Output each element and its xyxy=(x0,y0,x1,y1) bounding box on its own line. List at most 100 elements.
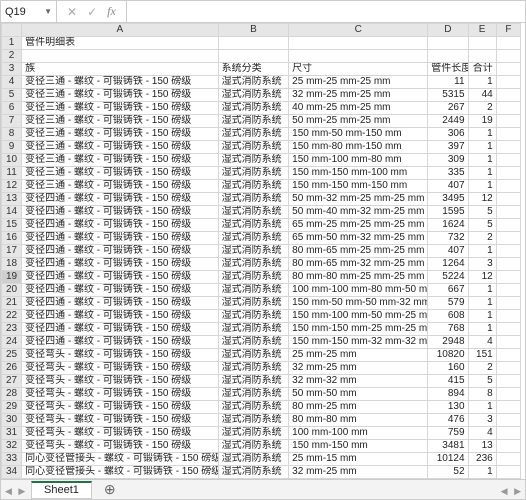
cell[interactable]: 变径三通 - 螺纹 - 可锻铸铁 - 150 磅级 xyxy=(22,141,219,154)
cell[interactable]: 407 xyxy=(428,245,468,258)
cell[interactable]: 1 xyxy=(468,167,496,180)
cell[interactable]: 65 mm-50 mm-32 mm-25 mm xyxy=(289,232,428,245)
cell[interactable]: 湿式消防系统 xyxy=(218,336,289,349)
row-header[interactable]: 1 xyxy=(2,37,22,50)
cell[interactable]: 湿式消防系统 xyxy=(218,375,289,388)
cell[interactable]: 变径四通 - 螺纹 - 可锻铸铁 - 150 磅级 xyxy=(22,310,219,323)
tab-nav-arrows[interactable]: ◀ ▶ xyxy=(5,486,27,497)
cell[interactable]: 19 xyxy=(468,115,496,128)
row-header[interactable]: 7 xyxy=(2,115,22,128)
cell[interactable]: 80 mm-80 mm xyxy=(289,414,428,427)
cell[interactable]: 湿式消防系统 xyxy=(218,284,289,297)
cell[interactable]: 湿式消防系统 xyxy=(218,310,289,323)
cell[interactable]: 12 xyxy=(468,193,496,206)
row-header[interactable]: 30 xyxy=(2,414,22,427)
cell[interactable]: 5315 xyxy=(428,89,468,102)
cell[interactable]: 267 xyxy=(428,102,468,115)
cell[interactable]: 变径弯头 - 螺纹 - 可锻铸铁 - 150 磅级 xyxy=(22,401,219,414)
sheet-tab[interactable]: Sheet1 xyxy=(31,481,92,499)
cell[interactable]: 50 mm-32 mm-25 mm-25 mm xyxy=(289,193,428,206)
cell[interactable]: 2449 xyxy=(428,115,468,128)
row-header[interactable]: 25 xyxy=(2,349,22,362)
cell[interactable]: 1 xyxy=(468,128,496,141)
row-header[interactable]: 16 xyxy=(2,232,22,245)
row-header[interactable]: 18 xyxy=(2,258,22,271)
cell[interactable]: 1 xyxy=(468,154,496,167)
cell[interactable]: 1 xyxy=(468,284,496,297)
cell[interactable]: 变径四通 - 螺纹 - 可锻铸铁 - 150 磅级 xyxy=(22,219,219,232)
cell[interactable]: 150 mm-150 mm-150 mm xyxy=(289,180,428,193)
cell[interactable]: 变径三通 - 螺纹 - 可锻铸铁 - 150 磅级 xyxy=(22,154,219,167)
fx-icon[interactable]: fx xyxy=(107,4,116,19)
spreadsheet-grid[interactable]: ABCDEF 1管件明细表23族系统分类尺寸管件长度合计4变径三通 - 螺纹 -… xyxy=(1,23,525,481)
cell[interactable]: 11 xyxy=(428,76,468,89)
cell[interactable]: 397 xyxy=(428,141,468,154)
cell[interactable]: 65 mm-25 mm-25 mm-25 mm xyxy=(289,219,428,232)
cell[interactable]: 1624 xyxy=(428,219,468,232)
row-header[interactable]: 23 xyxy=(2,323,22,336)
cell[interactable]: 335 xyxy=(428,167,468,180)
cell[interactable]: 湿式消防系统 xyxy=(218,271,289,284)
cell[interactable]: 变径四通 - 螺纹 - 可锻铸铁 - 150 磅级 xyxy=(22,193,219,206)
cell[interactable]: 湿式消防系统 xyxy=(218,232,289,245)
row-header[interactable]: 8 xyxy=(2,128,22,141)
cell[interactable]: 32 mm-25 mm xyxy=(289,362,428,375)
cell[interactable]: 同心变径管接头 - 螺纹 - 可锻铸铁 - 150 磅级 xyxy=(22,453,219,466)
cell[interactable]: 667 xyxy=(428,284,468,297)
cell[interactable]: 32 mm-32 mm xyxy=(289,375,428,388)
cell[interactable]: 579 xyxy=(428,297,468,310)
cell[interactable]: 1 xyxy=(468,76,496,89)
cell[interactable]: 3 xyxy=(468,414,496,427)
cell[interactable]: 52 xyxy=(428,466,468,479)
cell[interactable]: 变径三通 - 螺纹 - 可锻铸铁 - 150 磅级 xyxy=(22,76,219,89)
cell[interactable]: 236 xyxy=(468,453,496,466)
cell[interactable]: 5224 xyxy=(428,271,468,284)
cell[interactable]: 5 xyxy=(468,206,496,219)
cell[interactable]: 10820 xyxy=(428,349,468,362)
row-header[interactable]: 32 xyxy=(2,440,22,453)
row-header[interactable]: 26 xyxy=(2,362,22,375)
cell[interactable]: 湿式消防系统 xyxy=(218,128,289,141)
cell[interactable]: 13 xyxy=(468,440,496,453)
cell[interactable]: 150 mm-150 mm-100 mm xyxy=(289,167,428,180)
col-header-E[interactable]: E xyxy=(468,24,496,37)
cell[interactable]: 2 xyxy=(468,362,496,375)
cell[interactable]: 150 mm-150 mm-32 mm-32 mm xyxy=(289,336,428,349)
cell[interactable]: 变径弯头 - 螺纹 - 可锻铸铁 - 150 磅级 xyxy=(22,388,219,401)
cell[interactable]: 160 xyxy=(428,362,468,375)
cell[interactable]: 4 xyxy=(468,427,496,440)
cell[interactable]: 415 xyxy=(428,375,468,388)
cell[interactable]: 变径四通 - 螺纹 - 可锻铸铁 - 150 磅级 xyxy=(22,232,219,245)
hdr[interactable]: 合计 xyxy=(468,63,496,76)
row-header[interactable]: 13 xyxy=(2,193,22,206)
cell[interactable]: 25 mm-25 mm xyxy=(289,349,428,362)
cell[interactable]: 变径四通 - 螺纹 - 可锻铸铁 - 150 磅级 xyxy=(22,245,219,258)
cell[interactable]: 100 mm-100 mm-80 mm-50 mm xyxy=(289,284,428,297)
cell[interactable]: 150 mm-100 mm-50 mm-25 mm xyxy=(289,310,428,323)
cell[interactable]: 1 xyxy=(468,401,496,414)
cell[interactable]: 8 xyxy=(468,388,496,401)
cell[interactable]: 608 xyxy=(428,310,468,323)
cell[interactable]: 变径四通 - 螺纹 - 可锻铸铁 - 150 磅级 xyxy=(22,323,219,336)
cell[interactable]: 变径四通 - 螺纹 - 可锻铸铁 - 150 磅级 xyxy=(22,284,219,297)
cell[interactable]: 151 xyxy=(468,349,496,362)
cell[interactable]: 变径弯头 - 螺纹 - 可锻铸铁 - 150 磅级 xyxy=(22,375,219,388)
tab-scroll-right[interactable]: ◀ ▶ xyxy=(501,486,523,497)
cell[interactable]: 湿式消防系统 xyxy=(218,297,289,310)
add-sheet-button[interactable]: ⊕ xyxy=(98,481,122,498)
cell[interactable]: 变径弯头 - 螺纹 - 可锻铸铁 - 150 磅级 xyxy=(22,427,219,440)
cell[interactable]: 732 xyxy=(428,232,468,245)
cell[interactable]: 25 mm-15 mm xyxy=(289,453,428,466)
cell[interactable]: 湿式消防系统 xyxy=(218,362,289,375)
cell[interactable]: 湿式消防系统 xyxy=(218,349,289,362)
cell[interactable]: 1 xyxy=(468,180,496,193)
cell[interactable]: 306 xyxy=(428,128,468,141)
cell[interactable]: 12 xyxy=(468,271,496,284)
cell[interactable]: 1 xyxy=(468,245,496,258)
cell[interactable]: 变径三通 - 螺纹 - 可锻铸铁 - 150 磅级 xyxy=(22,128,219,141)
cell[interactable]: 4 xyxy=(468,336,496,349)
cell[interactable]: 变径四通 - 螺纹 - 可锻铸铁 - 150 磅级 xyxy=(22,206,219,219)
cell[interactable]: 5 xyxy=(468,219,496,232)
cell[interactable]: 湿式消防系统 xyxy=(218,323,289,336)
name-box[interactable]: Q19 ▼ xyxy=(1,1,57,22)
